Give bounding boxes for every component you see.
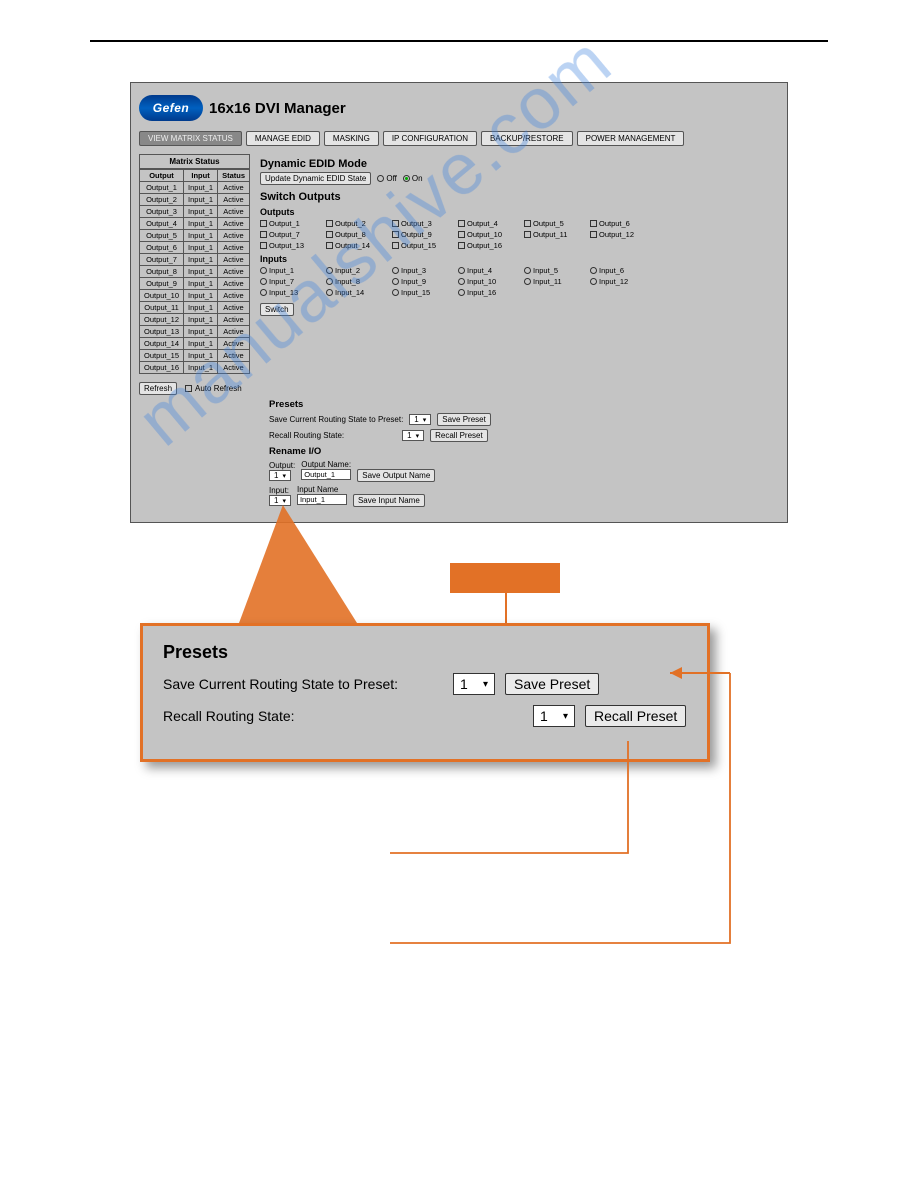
output-checkbox[interactable]: Output_3	[392, 219, 454, 228]
switch-button[interactable]: Switch	[260, 303, 294, 316]
tab-masking[interactable]: MASKING	[324, 131, 379, 146]
input-radio[interactable]: Input_15	[392, 288, 454, 297]
edid-off-radio[interactable]	[377, 175, 384, 182]
save-preset-select-small[interactable]: 1	[409, 414, 431, 425]
input-radio[interactable]: Input_14	[326, 288, 388, 297]
col-status: Status	[218, 170, 250, 182]
input-radio[interactable]: Input_10	[458, 277, 520, 286]
app-frame: Gefen 16x16 DVI Manager VIEW MATRIX STAT…	[130, 82, 788, 523]
input-radio[interactable]: Input_4	[458, 266, 520, 275]
output-checkbox[interactable]: Output_7	[260, 230, 322, 239]
matrix-status-table: Output Input Status Output_1Input_1Activ…	[139, 169, 250, 374]
inputs-grid: Input_1 Input_2 Input_3 Input_4 Input_5 Input…	[260, 266, 779, 297]
input-radio[interactable]: Input_2	[326, 266, 388, 275]
input-radio[interactable]: Input_5	[524, 266, 586, 275]
tab-bar: VIEW MATRIX STATUS MANAGE EDID MASKING I…	[139, 131, 779, 146]
table-row: Output_9Input_1Active	[140, 278, 250, 290]
output-checkbox[interactable]: Output_11	[524, 230, 586, 239]
output-checkbox[interactable]: Output_14	[326, 241, 388, 250]
output-name-field[interactable]: Output_1	[301, 469, 351, 480]
input-radio[interactable]: Input_11	[524, 277, 586, 286]
table-row: Output_12Input_1Active	[140, 314, 250, 326]
table-row: Output_6Input_1Active	[140, 242, 250, 254]
rename-io-title: Rename I/O	[269, 446, 779, 457]
table-row: Output_1Input_1Active	[140, 182, 250, 194]
output-checkbox[interactable]: Output_9	[392, 230, 454, 239]
recall-preset-button-small[interactable]: Recall Preset	[430, 429, 488, 442]
input-name-label: Input Name	[297, 485, 347, 494]
input-radio[interactable]: Input_1	[260, 266, 322, 275]
callout-area: Presets Save Current Routing State to Pr…	[130, 523, 788, 1043]
recall-preset-select-small[interactable]: 1	[402, 430, 424, 441]
table-row: Output_15Input_1Active	[140, 350, 250, 362]
tab-manage-edid[interactable]: MANAGE EDID	[246, 131, 320, 146]
edid-off-label: Off	[386, 174, 397, 183]
output-checkbox[interactable]: Output_6	[590, 219, 652, 228]
input-radio[interactable]: Input_3	[392, 266, 454, 275]
table-row: Output_3Input_1Active	[140, 206, 250, 218]
brand-logo: Gefen	[139, 95, 203, 121]
rename-output-select[interactable]: 1	[269, 470, 291, 481]
callout-connectors	[130, 523, 788, 1043]
rename-input-label: Input:	[269, 486, 291, 495]
input-radio[interactable]: Input_9	[392, 277, 454, 286]
save-preset-button-small[interactable]: Save Preset	[437, 413, 491, 426]
table-row: Output_4Input_1Active	[140, 218, 250, 230]
tab-backup-restore[interactable]: BACKUP/RESTORE	[481, 131, 573, 146]
table-row: Output_11Input_1Active	[140, 302, 250, 314]
edid-on-radio[interactable]	[403, 175, 410, 182]
edid-on-label: On	[412, 174, 423, 183]
output-checkbox[interactable]: Output_10	[458, 230, 520, 239]
switch-outputs-title: Switch Outputs	[260, 191, 779, 203]
tab-ip-configuration[interactable]: IP CONFIGURATION	[383, 131, 477, 146]
table-row: Output_5Input_1Active	[140, 230, 250, 242]
output-checkbox[interactable]: Output_16	[458, 241, 520, 250]
input-radio[interactable]: Input_12	[590, 277, 652, 286]
input-radio[interactable]: Input_13	[260, 288, 322, 297]
input-radio[interactable]: Input_7	[260, 277, 322, 286]
save-output-name-button[interactable]: Save Output Name	[357, 469, 435, 482]
outputs-heading: Outputs	[260, 207, 779, 217]
output-checkbox[interactable]: Output_2	[326, 219, 388, 228]
output-checkbox[interactable]: Output_13	[260, 241, 322, 250]
output-checkbox[interactable]: Output_5	[524, 219, 586, 228]
refresh-button[interactable]: Refresh	[139, 382, 177, 395]
auto-refresh-checkbox[interactable]	[185, 385, 192, 392]
save-preset-label-small: Save Current Routing State to Preset:	[269, 415, 403, 424]
table-row: Output_7Input_1Active	[140, 254, 250, 266]
rename-output-label: Output:	[269, 461, 295, 470]
input-radio[interactable]: Input_6	[590, 266, 652, 275]
matrix-status-panel: Matrix Status Output Input Status Output…	[139, 154, 250, 374]
output-checkbox[interactable]: Output_8	[326, 230, 388, 239]
col-input: Input	[184, 170, 218, 182]
table-row: Output_10Input_1Active	[140, 290, 250, 302]
table-row: Output_16Input_1Active	[140, 362, 250, 374]
input-radio[interactable]: Input_8	[326, 277, 388, 286]
output-checkbox[interactable]: Output_4	[458, 219, 520, 228]
recall-preset-label-small: Recall Routing State:	[269, 431, 344, 440]
col-output: Output	[140, 170, 184, 182]
input-name-field[interactable]: Input_1	[297, 494, 347, 505]
presets-title-small: Presets	[269, 399, 779, 410]
table-row: Output_8Input_1Active	[140, 266, 250, 278]
output-checkbox[interactable]: Output_15	[392, 241, 454, 250]
tab-view-matrix-status[interactable]: VIEW MATRIX STATUS	[139, 131, 242, 146]
output-name-label: Output Name:	[301, 460, 351, 469]
outputs-grid: Output_1 Output_2 Output_3 Output_4 Output_5…	[260, 219, 779, 250]
table-row: Output_2Input_1Active	[140, 194, 250, 206]
app-title: 16x16 DVI Manager	[209, 100, 346, 117]
dynamic-edid-title: Dynamic EDID Mode	[260, 158, 779, 170]
update-edid-button[interactable]: Update Dynamic EDID State	[260, 172, 371, 185]
matrix-status-title: Matrix Status	[139, 154, 250, 169]
table-row: Output_13Input_1Active	[140, 326, 250, 338]
inputs-heading: Inputs	[260, 254, 779, 264]
output-checkbox[interactable]: Output_1	[260, 219, 322, 228]
output-checkbox[interactable]: Output_12	[590, 230, 652, 239]
input-radio[interactable]: Input_16	[458, 288, 520, 297]
auto-refresh-label: Auto Refresh	[195, 384, 242, 393]
table-row: Output_14Input_1Active	[140, 338, 250, 350]
tab-power-management[interactable]: POWER MANAGEMENT	[577, 131, 685, 146]
page-rule	[90, 40, 828, 42]
